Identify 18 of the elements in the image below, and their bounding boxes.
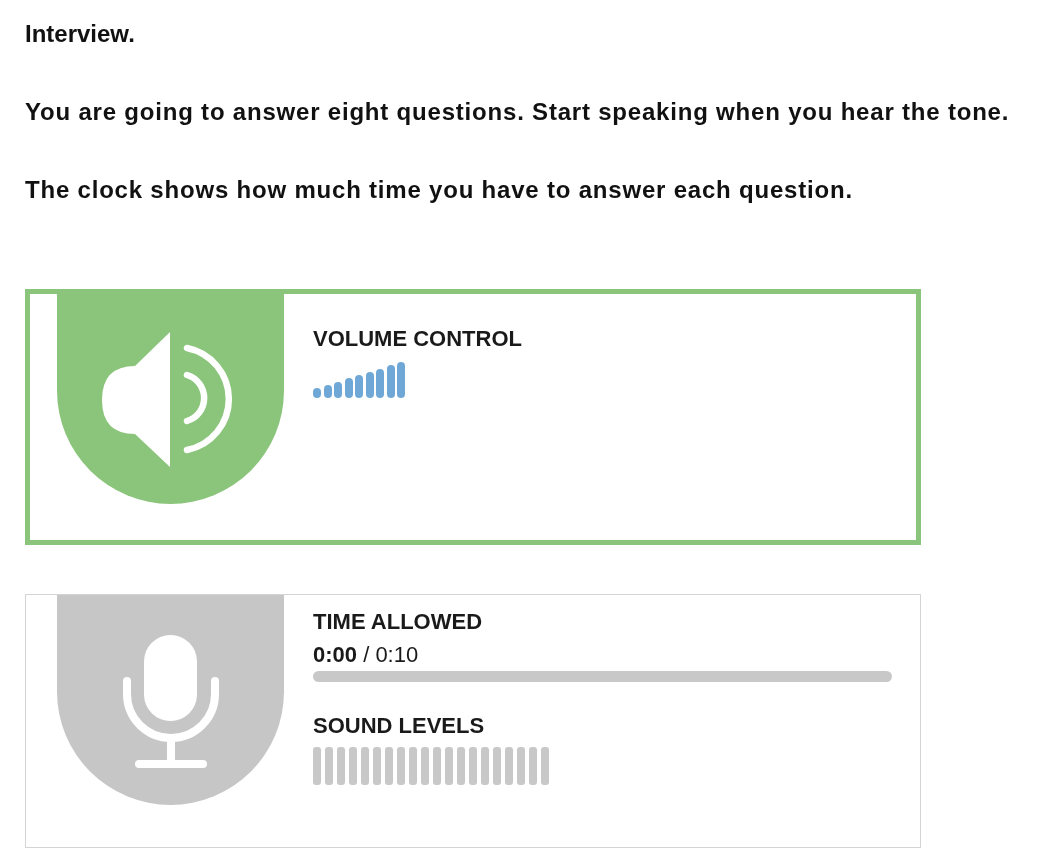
speaker-icon — [57, 294, 284, 504]
volume-bar[interactable] — [386, 365, 395, 398]
instruction-text: You are going to answer eight questions. Start speaking when you hear the tone. — [25, 99, 1010, 125]
volume-bar[interactable] — [376, 368, 384, 398]
panel-heading: TIME ALLOWED — [313, 610, 484, 634]
volume-bar[interactable] — [365, 371, 374, 398]
microphone-icon — [57, 595, 284, 805]
volume-bar[interactable] — [397, 362, 405, 398]
volume-bar[interactable] — [313, 388, 321, 398]
volume-bar[interactable] — [344, 378, 353, 398]
panel-heading: VOLUME CONTROL — [313, 327, 522, 351]
time-readout: 0:00 / 0:10 — [313, 643, 420, 667]
panel-heading: SOUND LEVELS — [313, 714, 486, 738]
page-title: Interview. — [25, 21, 135, 47]
volume-bar[interactable] — [355, 375, 363, 398]
volume-bar[interactable] — [323, 384, 332, 398]
volume-bar[interactable] — [334, 381, 342, 398]
instruction-text: The clock shows how much time you have to answer each question. — [25, 177, 853, 203]
